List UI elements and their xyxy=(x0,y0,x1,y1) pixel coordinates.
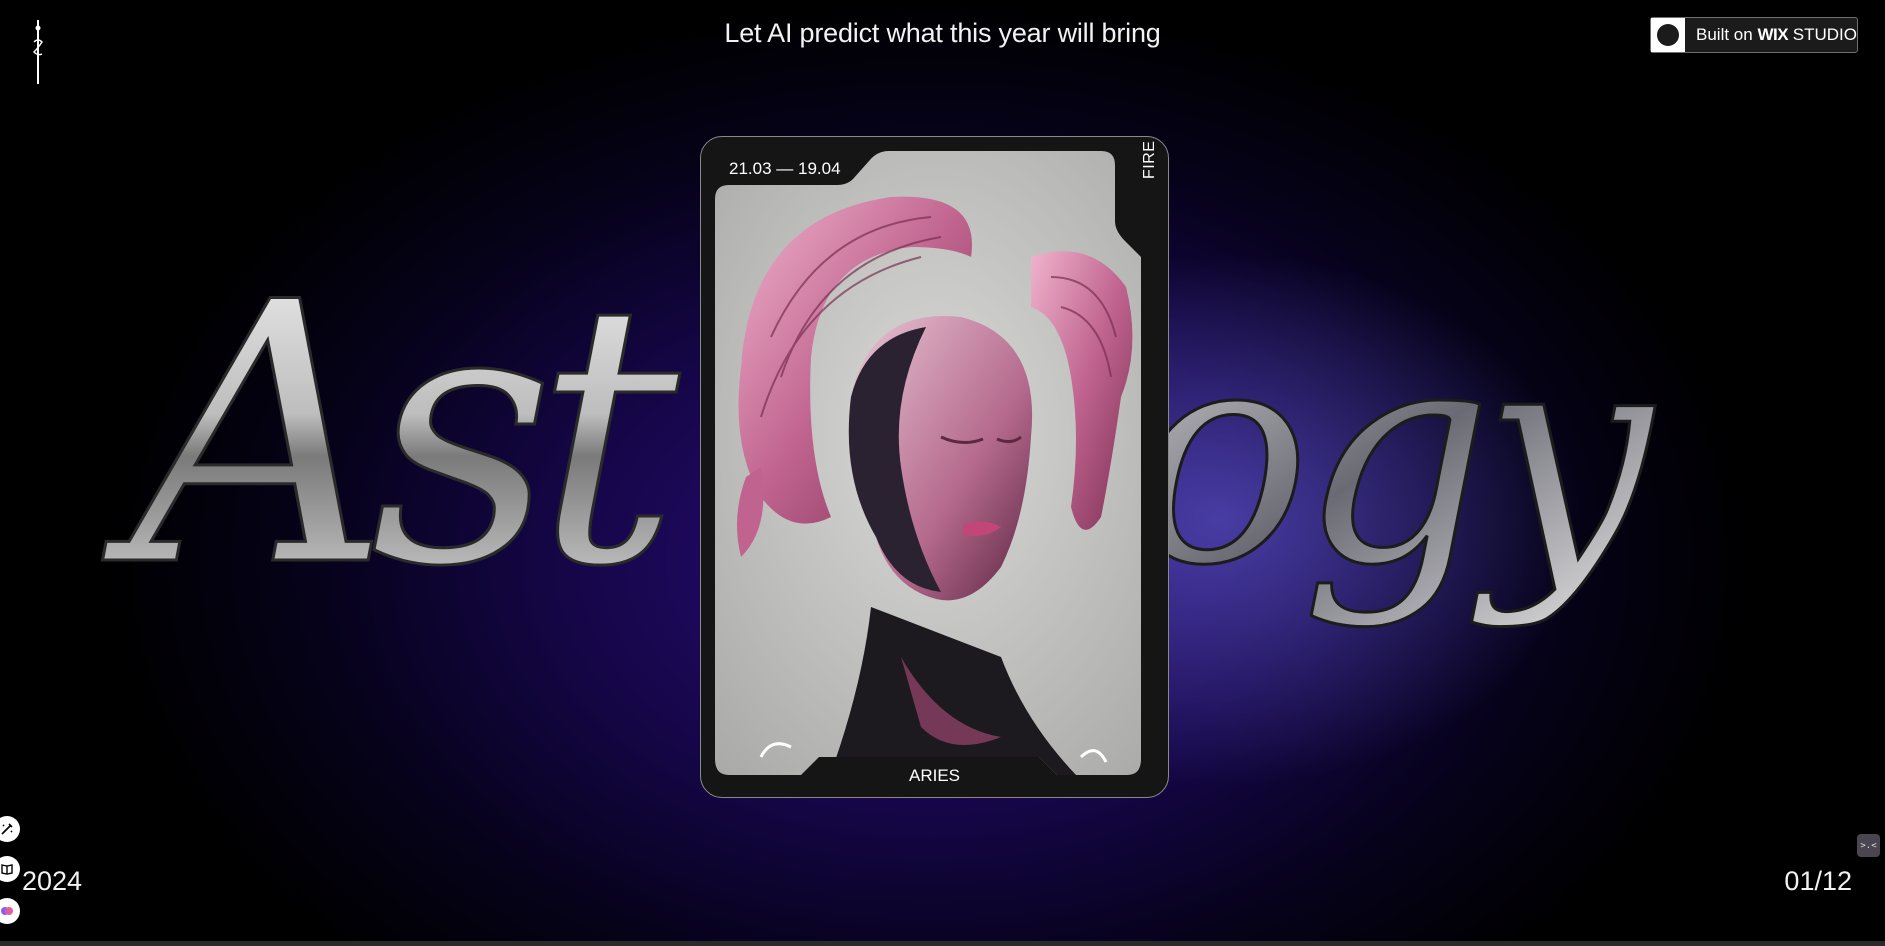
sleeping-face-icon[interactable]: >.< xyxy=(1857,834,1880,857)
built-on-wix-badge[interactable]: Built on WIX STUDIO xyxy=(1650,17,1858,53)
zodiac-sign-label: ARIES xyxy=(908,766,961,785)
bottom-bar xyxy=(0,941,1885,946)
wix-circle-icon xyxy=(1651,18,1685,52)
page-headline: Let AI predict what this year will bring xyxy=(724,18,1161,48)
year-label: 2024 xyxy=(22,866,83,896)
date-range: 21.03 — 19.04 xyxy=(729,159,841,178)
slide-counter: 01/12 xyxy=(1784,866,1852,896)
badge-label: Built on WIX STUDIO xyxy=(1696,25,1857,44)
card-artwork xyxy=(715,151,1141,775)
element-label: FIRE xyxy=(1141,140,1158,179)
zodiac-card[interactable]: 21.03 — 19.04 FIRE ARIES xyxy=(700,136,1169,798)
